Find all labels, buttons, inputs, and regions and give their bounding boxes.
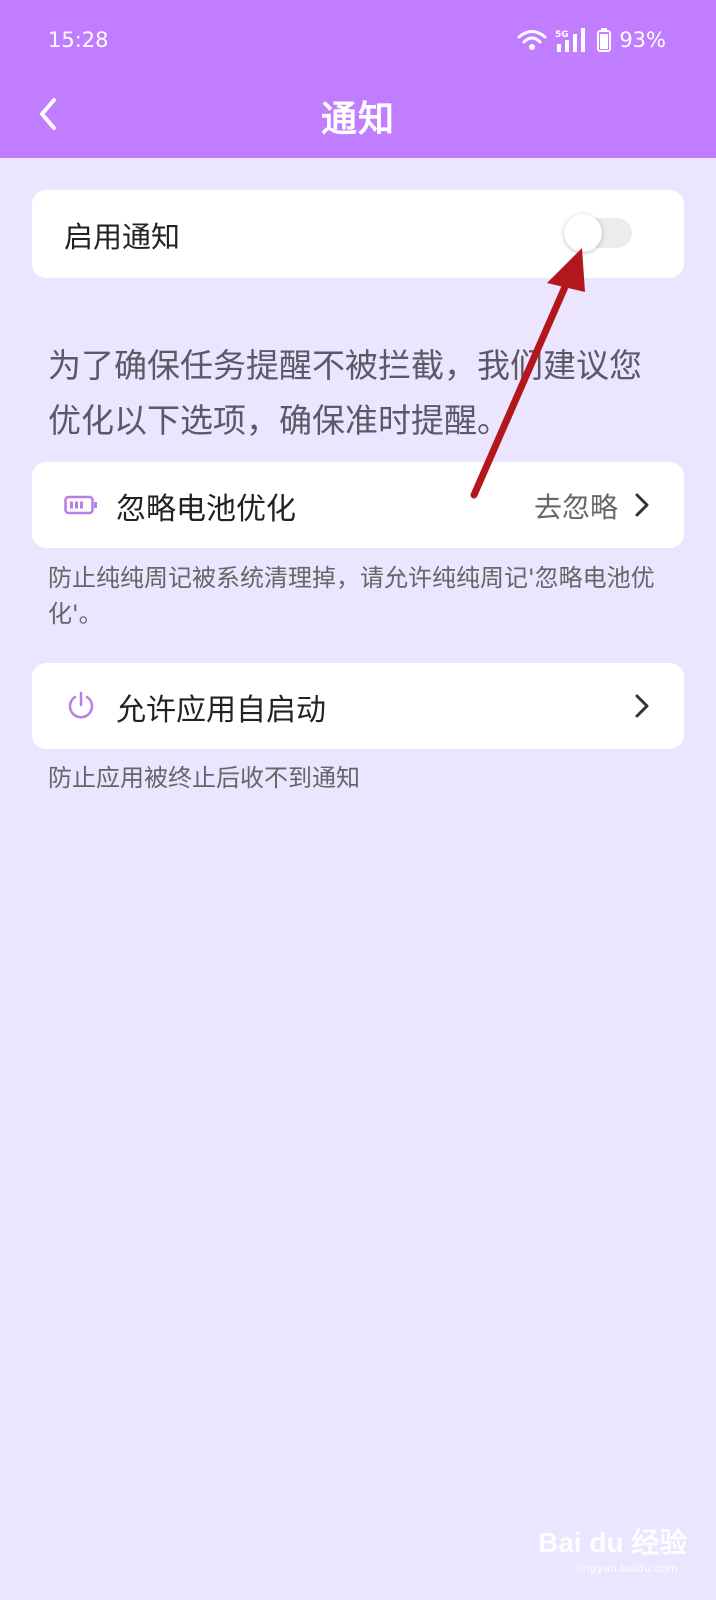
auto-start-row[interactable]: 允许应用自启动 xyxy=(32,663,684,749)
status-time: 15:28 xyxy=(48,28,109,52)
baidu-logo-icon: Bai du 经验 xyxy=(538,1526,687,1558)
battery-optimization-row[interactable]: 忽略电池优化 去忽略 xyxy=(32,462,684,548)
battery-optimization-action: 去忽略 xyxy=(533,491,618,524)
wifi-icon xyxy=(517,29,547,51)
toggle-knob xyxy=(564,214,602,252)
status-icons: 5G 93% xyxy=(517,28,666,52)
battery-optimization-description: 防止纯纯周记被系统清理掉，请允许纯纯周记'忽略电池优化'。 xyxy=(48,564,655,628)
app-header: 15:28 5G 93% 通知 xyxy=(0,0,716,158)
power-icon xyxy=(64,690,98,722)
signal-icon: 5G xyxy=(555,28,589,52)
notice-text: 为了确保任务提醒不被拦截，我们建议您优化以下选项，确保准时提醒。 xyxy=(48,346,642,440)
enable-notification-toggle[interactable] xyxy=(564,214,632,252)
auto-start-description: 防止应用被终止后收不到通知 xyxy=(48,764,360,792)
enable-notification-row: 启用通知 xyxy=(32,190,684,278)
status-bar: 15:28 5G 93% xyxy=(0,0,716,82)
watermark-logo-text: Bai du 经验 xyxy=(538,1526,687,1558)
battery-optimization-label: 忽略电池优化 xyxy=(116,492,296,527)
watermark: Bai du 经验 jingyan.baidu.com xyxy=(538,1512,698,1582)
battery-status-icon xyxy=(597,28,612,52)
notification-settings-page: 15:28 5G 93% 通知 启用通知 为了确保任务提醒不被拦截，我们建议您优… xyxy=(0,0,716,1600)
page-title: 通知 xyxy=(320,99,395,140)
battery-icon xyxy=(64,489,98,521)
battery-percent: 93% xyxy=(619,28,666,52)
chevron-right-icon xyxy=(630,691,654,721)
network-label: 5G xyxy=(555,30,569,40)
enable-notification-label: 启用通知 xyxy=(64,220,181,254)
watermark-url: jingyan.baidu.com xyxy=(576,1562,678,1575)
chevron-right-icon xyxy=(630,490,654,520)
auto-start-label: 允许应用自启动 xyxy=(116,693,326,728)
